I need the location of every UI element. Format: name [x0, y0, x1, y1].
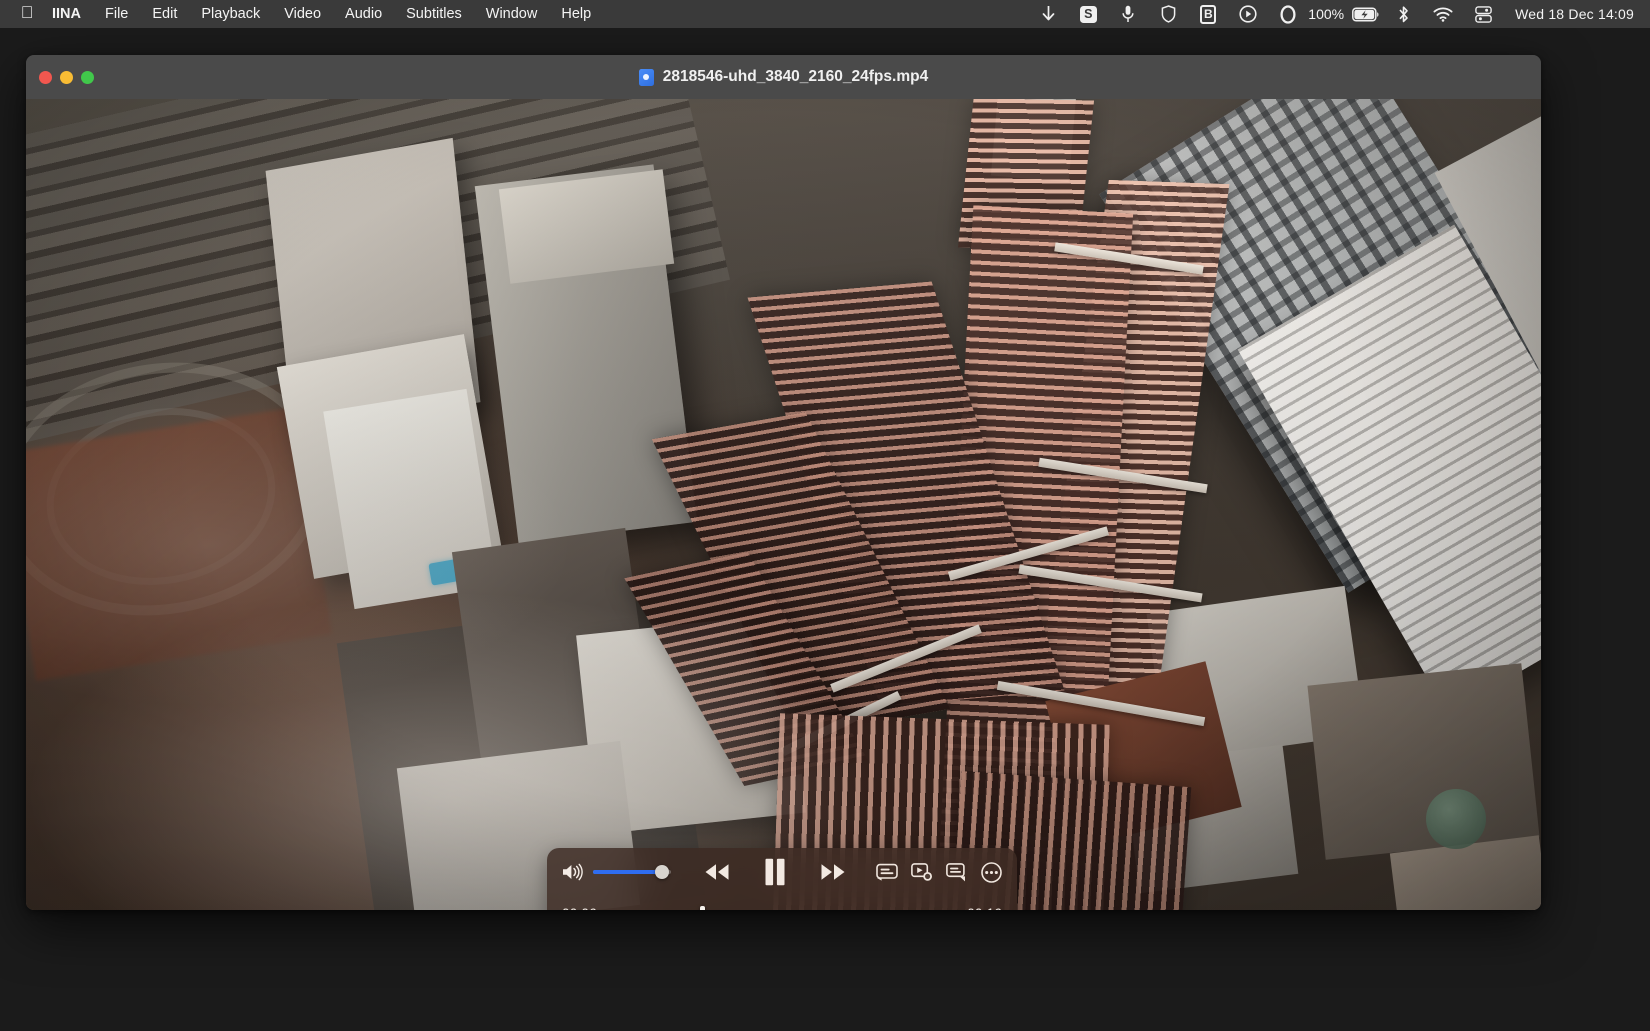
wifi-icon[interactable]: [1423, 0, 1463, 28]
menu-file[interactable]: File: [93, 0, 140, 28]
menu-playback[interactable]: Playback: [189, 0, 272, 28]
fast-forward-button[interactable]: [817, 862, 849, 882]
video-surface[interactable]: 00:06 -00:16: [26, 99, 1541, 910]
apple-logo-icon[interactable]: : [14, 0, 40, 28]
menu-edit[interactable]: Edit: [140, 0, 189, 28]
ring-icon[interactable]: [1268, 0, 1308, 28]
osc-top-row: [562, 848, 1002, 896]
control-center-icon[interactable]: [1463, 0, 1503, 28]
menu-bar-status-area: S B 100% Wed 18 Dec 14:09: [1028, 0, 1650, 28]
pause-button[interactable]: [763, 858, 787, 886]
window-titlebar[interactable]: 2818546-uhd_3840_2160_24fps.mp4: [26, 55, 1541, 99]
video-building-grey-roof: [498, 169, 675, 284]
menu-audio[interactable]: Audio: [333, 0, 394, 28]
osc-right-buttons: [870, 861, 1002, 883]
s-badge-letter: S: [1079, 5, 1097, 23]
menu-help[interactable]: Help: [549, 0, 603, 28]
subtitle-icon[interactable]: [876, 863, 898, 881]
time-elapsed-label[interactable]: 00:06: [562, 906, 597, 911]
time-remaining-label[interactable]: -00:16: [963, 906, 1002, 911]
menu-iina[interactable]: IINA: [40, 0, 93, 28]
menu-bar:  IINA File Edit Playback Video Audio Su…: [0, 0, 1650, 28]
volume-slider[interactable]: [593, 865, 671, 879]
secondary-subtitle-icon[interactable]: [946, 862, 968, 882]
speaker-volume-icon[interactable]: [562, 863, 584, 881]
close-button[interactable]: [39, 70, 52, 84]
video-file-icon: [638, 68, 654, 86]
zoom-button[interactable]: [81, 70, 94, 84]
video-green-dome: [1426, 789, 1486, 849]
menu-bar-clock[interactable]: Wed 18 Dec 14:09: [1503, 0, 1634, 28]
seek-bar-playhead[interactable]: [699, 906, 705, 910]
video-red-lot: [26, 406, 333, 682]
video-track-icon[interactable]: [911, 862, 933, 882]
window-title-group: 2818546-uhd_3840_2160_24fps.mp4: [26, 55, 1541, 99]
volume-control[interactable]: [562, 863, 680, 881]
volume-slider-fill: [593, 870, 662, 874]
seek-bar[interactable]: [608, 906, 952, 910]
bluetooth-icon[interactable]: [1383, 0, 1423, 28]
battery-percent-label: 100%: [1308, 6, 1345, 22]
iina-player-window: 2818546-uhd_3840_2160_24fps.mp4: [26, 55, 1541, 910]
osc-bottom-row: 00:06 -00:16: [562, 896, 1002, 910]
minimize-button[interactable]: [60, 70, 73, 84]
menu-subtitles[interactable]: Subtitles: [394, 0, 474, 28]
shield-icon[interactable]: [1148, 0, 1188, 28]
download-arrow-icon[interactable]: [1028, 0, 1068, 28]
traffic-light-group: [26, 70, 94, 84]
battery-charging-icon[interactable]: [1349, 0, 1383, 28]
s-badge-icon[interactable]: S: [1068, 0, 1108, 28]
play-circle-icon[interactable]: [1228, 0, 1268, 28]
menu-window[interactable]: Window: [474, 0, 550, 28]
video-building-lower-right-2: [1307, 663, 1540, 860]
b-badge-letter: B: [1200, 4, 1217, 24]
menu-video[interactable]: Video: [272, 0, 333, 28]
menu-bar-left:  IINA File Edit Playback Video Audio Su…: [0, 0, 603, 28]
rewind-button[interactable]: [701, 862, 733, 882]
microphone-icon[interactable]: [1108, 0, 1148, 28]
video-central-skyscraper: [624, 99, 1242, 910]
window-title: 2818546-uhd_3840_2160_24fps.mp4: [662, 68, 929, 85]
ellipsis-circle-icon[interactable]: [981, 861, 1002, 883]
transport-controls: [680, 858, 870, 886]
on-screen-controller: 00:06 -00:16: [547, 848, 1017, 910]
volume-slider-knob[interactable]: [654, 865, 669, 879]
b-badge-icon[interactable]: B: [1188, 0, 1228, 28]
